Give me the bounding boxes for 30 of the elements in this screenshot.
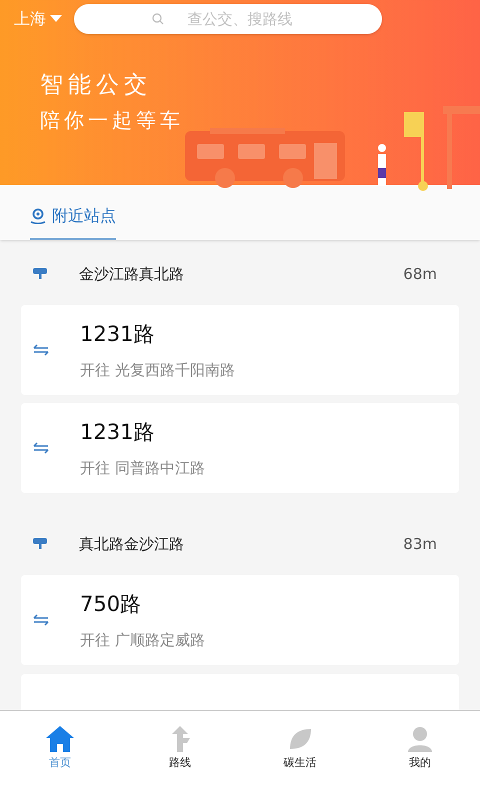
banner-subtitle: 陪你一起等车 [40, 107, 184, 134]
route-direction: 开往 光复西路千阳南路 [80, 360, 235, 380]
station-name: 真北路金沙江路 [79, 534, 184, 555]
route-card[interactable]: 1231路 开往 光复西路千阳南路 [21, 305, 459, 395]
nav-tab[interactable]: 我的 [360, 711, 480, 786]
bus-stop-sign-icon [33, 538, 47, 550]
station-name: 金沙江路真北路 [79, 264, 184, 285]
route-card[interactable]: 1231路 开往 同普路中江路 [21, 403, 459, 493]
route-direction: 开往 同普路中江路 [80, 458, 205, 478]
two-way-arrows-icon [33, 442, 49, 454]
location-pin-icon [30, 208, 46, 224]
route-name: 1231路 [80, 321, 156, 348]
route-name: 1231路 [80, 419, 156, 446]
banner-title: 智能公交 [40, 71, 152, 100]
station-distance: 83m [403, 534, 437, 555]
nav-tab[interactable]: 路线 [120, 711, 240, 786]
home-icon [45, 725, 75, 754]
route-name: 750路 [80, 591, 142, 618]
caret-icon [50, 15, 62, 23]
route-direction: 开往 广顺路定威路 [80, 630, 205, 650]
route-card[interactable]: 750路 开往 广顺路定威路 [21, 575, 459, 665]
station-distance: 68m [403, 264, 437, 285]
two-way-arrows-icon [33, 344, 49, 356]
two-way-arrows-icon [33, 614, 49, 626]
search-icon [152, 13, 164, 25]
user-icon [406, 725, 434, 754]
nav-tab[interactable]: 碳生活 [240, 711, 360, 786]
nearby-stops-tab[interactable]: 附近站点 [30, 204, 116, 240]
bus-stop-sign-icon [33, 268, 47, 280]
search-field[interactable]: 查公交、搜路线 [74, 4, 382, 34]
